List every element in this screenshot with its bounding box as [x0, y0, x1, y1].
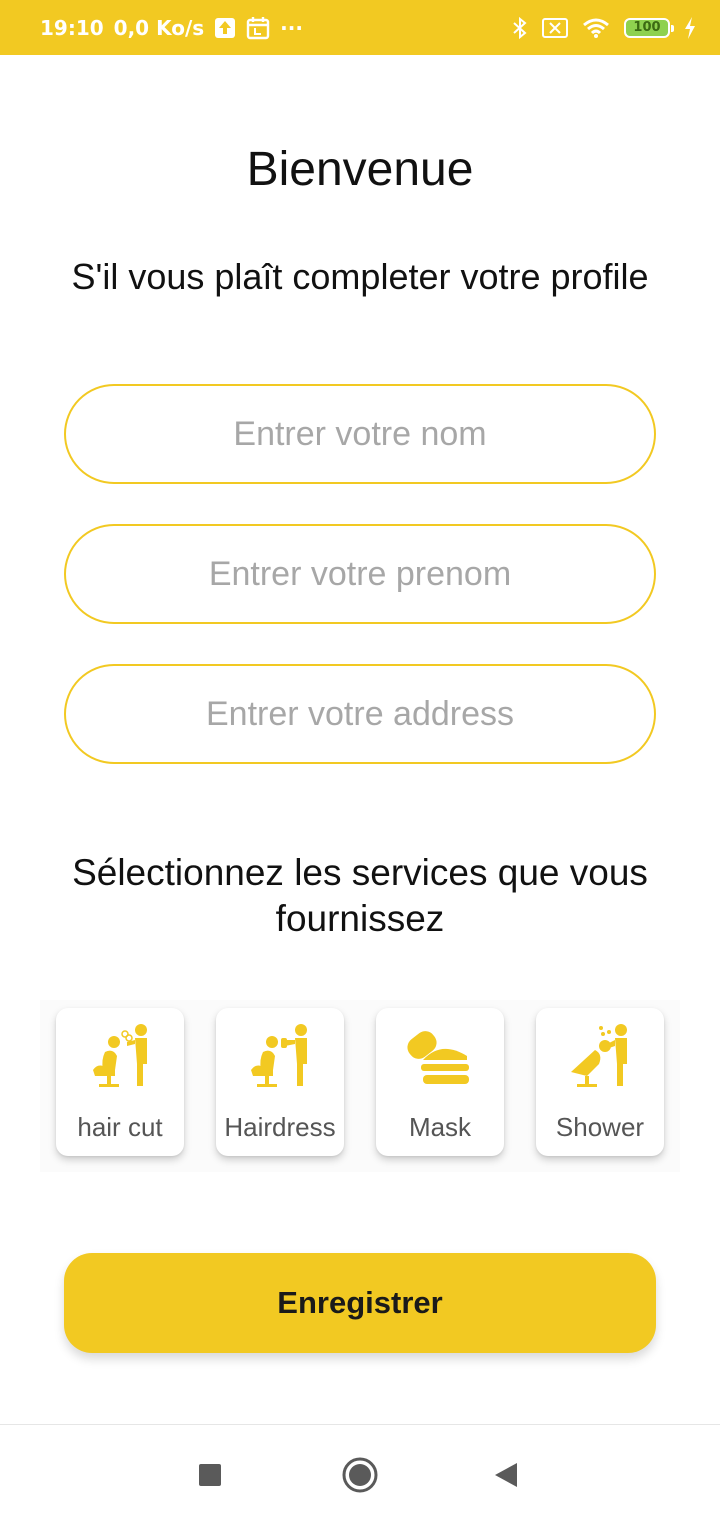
- prenom-input[interactable]: [66, 554, 654, 594]
- nom-input[interactable]: [66, 414, 654, 454]
- profile-screen: 19:10 0,0 Ko/s ··· 100 Bienvenue S'il vo…: [0, 0, 720, 1520]
- status-more-dots: ···: [280, 15, 303, 40]
- upload-icon: [214, 17, 236, 39]
- page-subtitle: S'il vous plaît completer votre profile: [71, 256, 649, 297]
- services-list: hair cut Hairdress Mask Shower: [40, 1000, 680, 1172]
- address-field-container: [64, 664, 656, 764]
- navigation-bar: [0, 1424, 720, 1520]
- prenom-field-container: [64, 524, 656, 624]
- shower-icon: [571, 1024, 627, 1087]
- hairdress-icon: [251, 1024, 307, 1087]
- recents-icon[interactable]: [190, 1455, 230, 1495]
- service-card-shower[interactable]: Shower: [536, 1008, 664, 1156]
- battery-level: 100: [633, 20, 661, 35]
- service-label: hair cut: [77, 1112, 163, 1142]
- status-network-speed: 0,0 Ko/s: [113, 15, 205, 40]
- back-icon[interactable]: [486, 1455, 526, 1495]
- sim-x-icon: [542, 17, 568, 38]
- charging-icon: [684, 16, 696, 39]
- bluetooth-icon: [512, 16, 528, 40]
- service-label: Mask: [408, 1112, 472, 1142]
- service-card-hairdress[interactable]: Hairdress: [216, 1008, 344, 1156]
- wifi-icon: [582, 17, 610, 39]
- service-label: Hairdress: [224, 1112, 336, 1142]
- home-icon[interactable]: [340, 1455, 380, 1495]
- calendar-icon: [246, 16, 270, 40]
- status-bar: 19:10 0,0 Ko/s ··· 100: [0, 0, 720, 55]
- register-button[interactable]: Enregistrer: [64, 1253, 656, 1353]
- mask-icon: [407, 1031, 469, 1084]
- nom-field-container: [64, 384, 656, 484]
- service-card-haircut[interactable]: hair cut: [56, 1008, 184, 1156]
- page-title: Bienvenue: [246, 143, 474, 196]
- status-time: 19:10: [40, 15, 104, 40]
- services-title: Sélectionnez les services que vous fourn…: [72, 852, 648, 939]
- service-label: Shower: [555, 1112, 645, 1142]
- address-input[interactable]: [66, 694, 654, 734]
- haircut-icon: [93, 1024, 147, 1087]
- service-card-mask[interactable]: Mask: [376, 1008, 504, 1156]
- battery-icon: 100: [624, 17, 674, 38]
